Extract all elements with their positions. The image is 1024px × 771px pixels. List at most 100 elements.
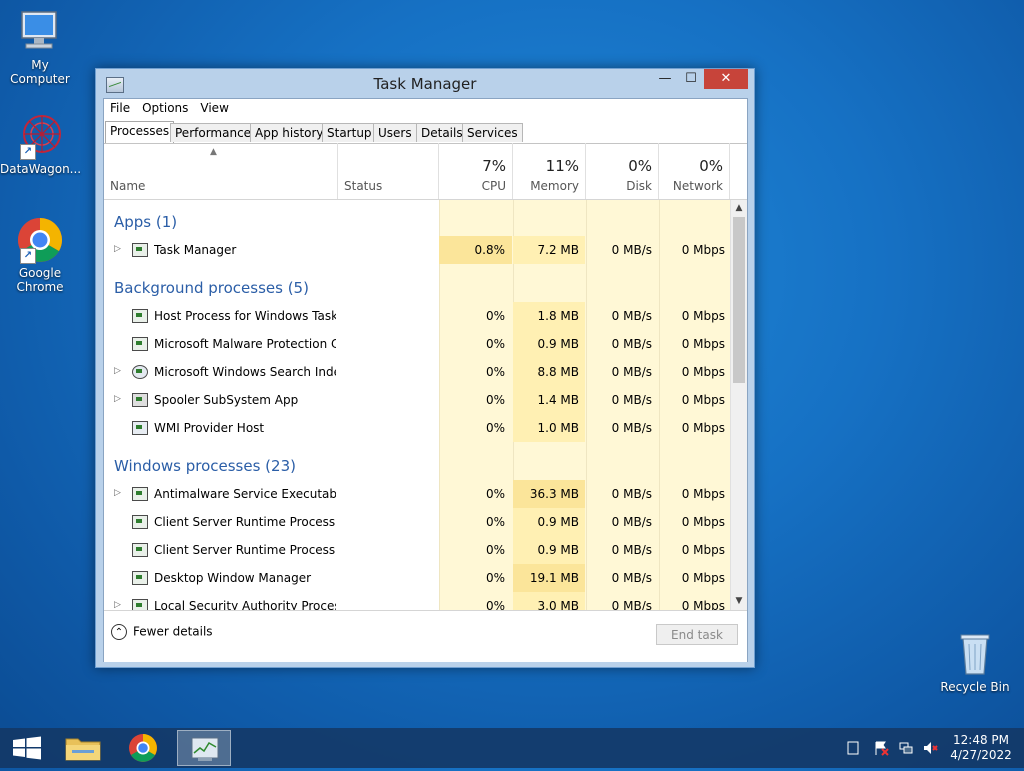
fewer-details-button[interactable]: ⌃ Fewer details: [111, 624, 213, 640]
task-manager-window: Task Manager — ☐ ✕ File Options View Proce…: [95, 68, 755, 668]
tab-processes[interactable]: Processes: [105, 121, 175, 143]
clock-time: 12:48 PM: [953, 733, 1009, 747]
menu-file[interactable]: File: [104, 99, 136, 115]
process-cpu: 0%: [485, 309, 505, 323]
expand-chevron-icon[interactable]: ▷: [114, 600, 121, 610]
scrollbar-thumb[interactable]: [733, 217, 745, 383]
process-memory: 7.2 MB: [537, 243, 579, 257]
process-name: Task Manager: [154, 243, 237, 257]
menu-options[interactable]: Options: [136, 99, 194, 115]
group-apps[interactable]: Apps (1): [104, 200, 730, 236]
process-name: Local Security Authority Process: [154, 599, 336, 610]
table-row[interactable]: ▷ Spooler SubSystem App 0% 1.4 MB 0 MB/s…: [104, 386, 730, 414]
cpu-total-percent: 7%: [482, 157, 506, 175]
expand-chevron-icon[interactable]: ▷: [114, 244, 121, 254]
scroll-up-arrow-icon[interactable]: ▲: [731, 200, 747, 216]
title-bar[interactable]: Task Manager — ☐ ✕: [96, 69, 754, 99]
action-center-flag-icon[interactable]: [873, 740, 889, 756]
taskbar: 12:48 PM 4/27/2022: [0, 728, 1024, 768]
process-disk: 0 MB/s: [611, 571, 652, 585]
task-manager-process-icon: [132, 243, 148, 257]
taskbar-task-manager[interactable]: [177, 730, 231, 766]
maximize-button[interactable]: ☐: [678, 69, 704, 89]
disk-total-percent: 0%: [628, 157, 652, 175]
process-window-icon: [132, 599, 148, 610]
process-memory: 0.9 MB: [537, 515, 579, 529]
expand-chevron-icon[interactable]: ▷: [114, 366, 121, 376]
memory-total-percent: 11%: [545, 157, 579, 175]
process-cpu: 0%: [485, 337, 505, 351]
process-memory: 1.0 MB: [537, 421, 579, 435]
process-network: 0 Mbps: [681, 487, 725, 501]
process-cpu: 0%: [485, 393, 505, 407]
column-disk-label: Disk: [626, 179, 652, 193]
minimize-button[interactable]: —: [652, 69, 678, 89]
process-window-icon: [132, 571, 148, 585]
column-header-memory[interactable]: 11% Memory: [513, 143, 586, 199]
menu-view[interactable]: View: [194, 99, 234, 115]
table-row[interactable]: Host Process for Windows Tasks 0% 1.8 MB…: [104, 302, 730, 330]
table-row[interactable]: WMI Provider Host 0% 1.0 MB 0 MB/s 0 Mbp…: [104, 414, 730, 442]
process-network: 0 Mbps: [681, 365, 725, 379]
network-icon[interactable]: [898, 740, 914, 756]
process-cpu: 0%: [485, 599, 505, 610]
start-button[interactable]: [0, 730, 54, 766]
tab-startup[interactable]: Startup: [322, 123, 377, 142]
column-header-cpu[interactable]: 7% CPU: [439, 143, 513, 199]
table-row[interactable]: Client Server Runtime Process 0% 0.9 MB …: [104, 508, 730, 536]
process-memory: 1.4 MB: [537, 393, 579, 407]
process-memory: 0.9 MB: [537, 337, 579, 351]
process-disk: 0 MB/s: [611, 337, 652, 351]
tab-services[interactable]: Services: [462, 123, 523, 142]
group-background-processes[interactable]: Background processes (5): [104, 266, 730, 302]
system-clock[interactable]: 12:48 PM 4/27/2022: [944, 733, 1018, 763]
process-disk: 0 MB/s: [611, 487, 652, 501]
network-total-percent: 0%: [699, 157, 723, 175]
desktop-icon-datawagon[interactable]: ↗ DataWagon...: [0, 112, 81, 176]
show-hidden-icons-icon[interactable]: [845, 740, 861, 756]
process-name: WMI Provider Host: [154, 421, 265, 435]
volume-muted-icon[interactable]: [922, 740, 938, 756]
table-row[interactable]: Microsoft Malware Protection C... 0% 0.9…: [104, 330, 730, 358]
taskbar-google-chrome[interactable]: [116, 730, 170, 766]
expand-chevron-icon[interactable]: ▷: [114, 488, 121, 498]
process-name: Client Server Runtime Process: [154, 515, 336, 529]
desktop-icon-google-chrome[interactable]: ↗ Google Chrome: [0, 216, 80, 294]
tab-details[interactable]: Details: [416, 123, 468, 142]
column-header-network[interactable]: 0% Network: [659, 143, 730, 199]
end-task-button[interactable]: End task: [656, 624, 738, 645]
chrome-icon: [129, 734, 157, 762]
tab-app-history[interactable]: App history: [250, 123, 329, 142]
column-header-disk[interactable]: 0% Disk: [586, 143, 659, 199]
scroll-down-arrow-icon[interactable]: ▼: [731, 593, 747, 609]
table-row[interactable]: ▷ Microsoft Windows Search Inde... 0% 8.…: [104, 358, 730, 386]
process-network: 0 Mbps: [681, 393, 725, 407]
column-memory-label: Memory: [530, 179, 579, 193]
table-row[interactable]: Client Server Runtime Process 0% 0.9 MB …: [104, 536, 730, 564]
process-cpu: 0%: [485, 515, 505, 529]
tab-users[interactable]: Users: [373, 123, 417, 142]
collapse-chevron-up-icon: ⌃: [111, 624, 127, 640]
taskbar-file-explorer[interactable]: [56, 730, 110, 766]
desktop-icon-recycle-bin[interactable]: Recycle Bin: [935, 630, 1015, 694]
table-row[interactable]: ▷ Local Security Authority Process 0% 3.…: [104, 592, 730, 610]
window-client-area: File Options View Processes Performance Ap…: [103, 98, 748, 662]
table-row[interactable]: Desktop Window Manager 0% 19.1 MB 0 MB/s…: [104, 564, 730, 592]
process-memory: 1.8 MB: [537, 309, 579, 323]
group-title: Background processes (5): [114, 279, 309, 297]
table-row[interactable]: ▷ Antimalware Service Executable 0% 36.3…: [104, 480, 730, 508]
tab-performance[interactable]: Performance: [170, 123, 257, 142]
close-button[interactable]: ✕: [704, 69, 748, 89]
desktop-icon-my-computer[interactable]: My Computer: [0, 8, 80, 86]
column-header-name[interactable]: ▲ Name: [104, 143, 338, 199]
process-window-icon: [132, 337, 148, 351]
table-row[interactable]: ▷ Task Manager 0.8% 7.2 MB 0 MB/s 0 Mbps: [104, 236, 730, 264]
vertical-scrollbar[interactable]: ▲ ▼: [730, 200, 747, 610]
process-cpu: 0.8%: [474, 243, 506, 257]
process-network: 0 Mbps: [681, 337, 725, 351]
column-header-status[interactable]: Status: [338, 143, 439, 199]
task-manager-icon: [191, 737, 219, 761]
expand-chevron-icon[interactable]: ▷: [114, 394, 121, 404]
group-windows-processes[interactable]: Windows processes (23): [104, 444, 730, 480]
process-network: 0 Mbps: [681, 599, 725, 610]
